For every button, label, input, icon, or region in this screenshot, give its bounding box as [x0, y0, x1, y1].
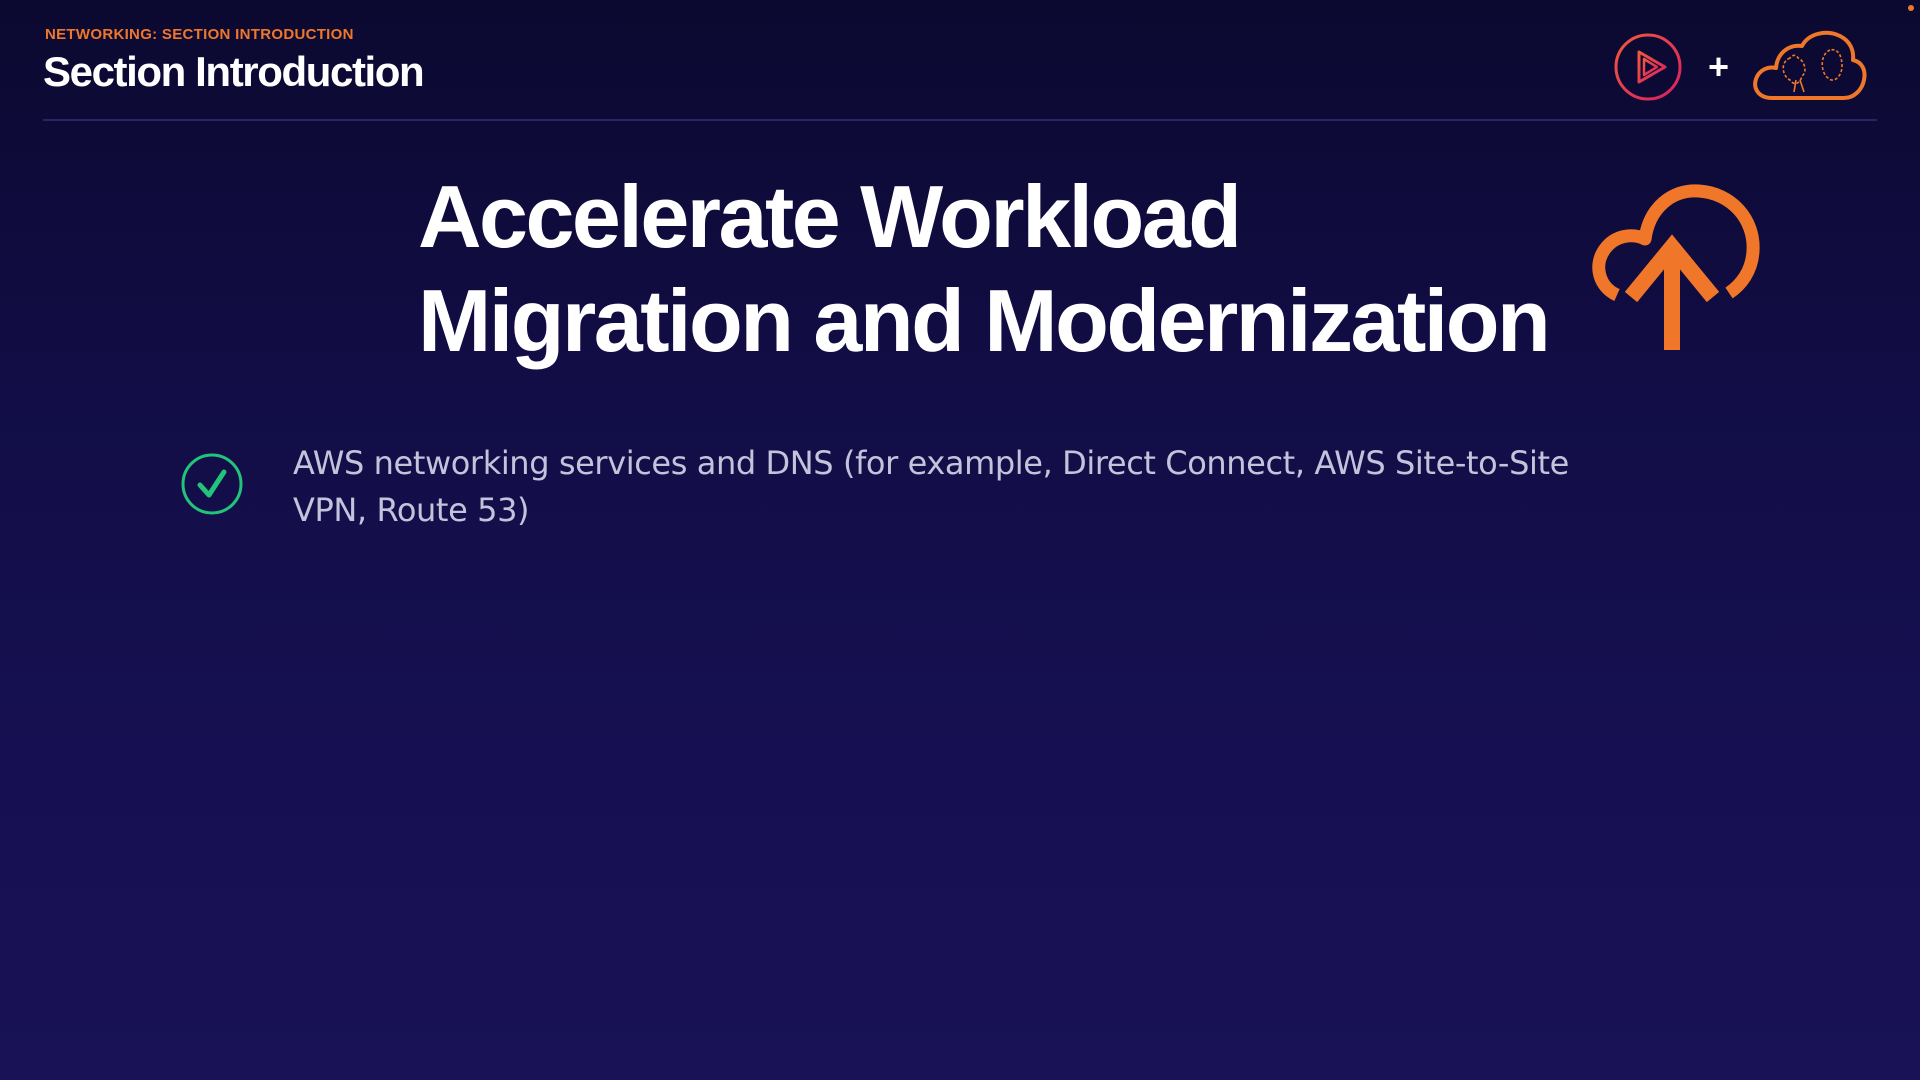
brand-logos: +	[1613, 28, 1878, 104]
cloud-upload-icon	[1592, 184, 1760, 350]
section-eyebrow: NETWORKING: SECTION INTRODUCTION	[45, 26, 354, 43]
bullet-text: AWS networking services and DNS (for exa…	[293, 444, 1569, 529]
check-circle-icon	[181, 453, 243, 515]
plus-sign: +	[1708, 46, 1730, 87]
main-title-line-2: Migration and Modernization	[418, 271, 1551, 370]
play-logo-icon	[1614, 33, 1682, 101]
slide-main-title: Accelerate Workload Migration and Modern…	[418, 165, 1578, 373]
section-title: Section Introduction	[43, 48, 425, 95]
bullet-item: AWS networking services and DNS (for exa…	[180, 440, 1600, 540]
slide-header: NETWORKING: SECTION INTRODUCTION Section…	[0, 0, 1920, 122]
main-title-line-1: Accelerate Workload	[418, 167, 1242, 266]
corner-dot	[1908, 5, 1914, 11]
header-divider	[43, 119, 1877, 121]
cloud-brain-logo-icon	[1753, 30, 1867, 100]
